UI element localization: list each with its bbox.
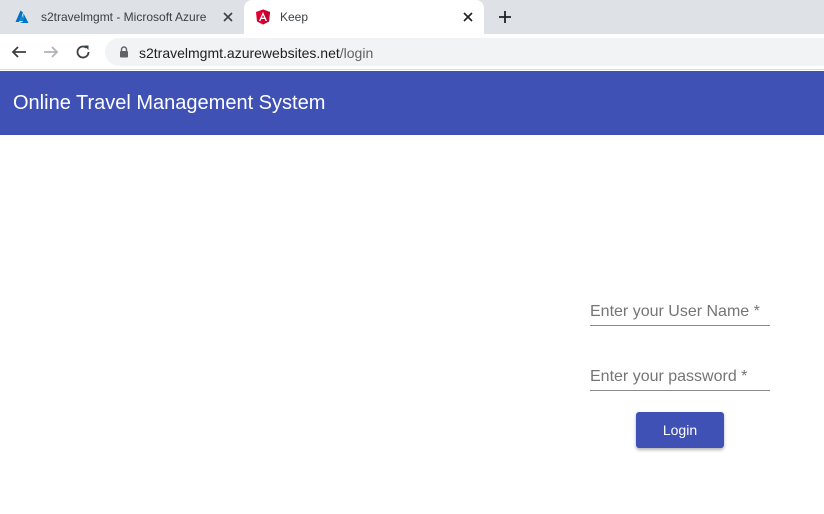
url-text[interactable]: s2travelmgmt.azurewebsites.net/login <box>139 45 373 61</box>
back-arrow-icon[interactable] <box>10 43 28 61</box>
password-field <box>590 365 770 391</box>
close-icon[interactable] <box>221 10 235 24</box>
lock-icon[interactable] <box>119 46 129 58</box>
new-tab-plus-icon[interactable] <box>497 9 513 25</box>
browser-toolbar: s2travelmgmt.azurewebsites.net/login <box>0 34 824 70</box>
azure-icon <box>15 10 29 23</box>
tab-title: s2travelmgmt - Microsoft Azure <box>41 10 207 24</box>
tab-title: Keep <box>280 10 309 24</box>
username-field <box>590 300 770 326</box>
tab-strip: s2travelmgmt - Microsoft Azure Keep <box>0 0 824 34</box>
tab-azure[interactable]: s2travelmgmt - Microsoft Azure <box>0 0 244 34</box>
username-input[interactable] <box>590 300 770 324</box>
reload-icon[interactable] <box>74 43 92 61</box>
angular-icon <box>256 9 270 25</box>
forward-arrow-icon[interactable] <box>42 43 60 61</box>
url-host: s2travelmgmt.azurewebsites.net <box>139 45 340 61</box>
login-button[interactable]: Login <box>636 412 724 448</box>
close-icon[interactable] <box>461 10 475 24</box>
url-path: /login <box>339 45 374 61</box>
page-title: Online Travel Management System <box>13 92 326 114</box>
tab-keep[interactable]: Keep <box>244 0 484 34</box>
app-header: Online Travel Management System <box>0 71 824 135</box>
password-input[interactable] <box>590 365 770 389</box>
address-bar[interactable]: s2travelmgmt.azurewebsites.net/login <box>105 38 824 66</box>
